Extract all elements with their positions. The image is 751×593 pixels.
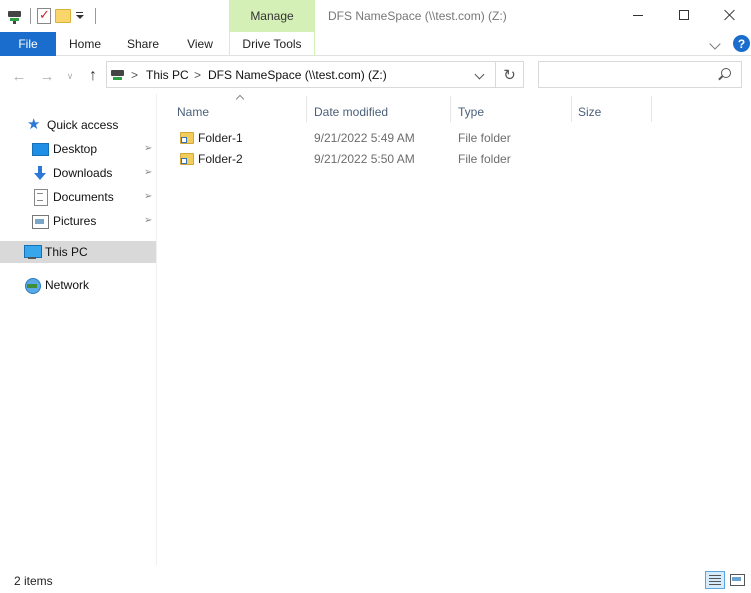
breadcrumb-this-pc[interactable]: This PC xyxy=(146,68,189,82)
refresh-icon: ↻ xyxy=(503,66,516,84)
help-icon[interactable]: ? xyxy=(733,35,750,52)
back-button[interactable]: ← xyxy=(10,67,28,85)
downloads-icon xyxy=(32,165,48,181)
maximize-icon xyxy=(679,10,689,20)
minimize-icon xyxy=(633,14,643,16)
window-title: DFS NameSpace (\\test.com) (Z:) xyxy=(328,9,507,23)
breadcrumb-dfs-namespace[interactable]: DFS NameSpace (\\test.com) (Z:) xyxy=(208,68,387,82)
pin-icon[interactable]: ➢ xyxy=(144,216,152,226)
navigation-pane: Quick access Desktop ➢ Downloads ➢ Docum… xyxy=(0,94,157,565)
sidebar-item-label: Documents xyxy=(53,190,114,204)
sidebar-item-this-pc[interactable]: This PC xyxy=(0,241,156,263)
sidebar-item-label: Desktop xyxy=(53,142,98,156)
column-header-date-modified[interactable]: Date modified xyxy=(314,100,388,124)
network-icon xyxy=(24,277,41,294)
address-bar[interactable]: > This PC > DFS NameSpace (\\test.com) (… xyxy=(106,61,496,88)
desktop-icon xyxy=(32,141,49,157)
file-date-modified: 9/21/2022 5:49 AM xyxy=(314,131,415,145)
details-view-button[interactable] xyxy=(705,571,725,589)
new-folder-icon[interactable] xyxy=(55,9,71,23)
shared-folder-icon xyxy=(180,131,194,144)
column-divider[interactable] xyxy=(651,96,652,122)
status-bar: 2 items xyxy=(0,565,751,593)
ribbon-tabs: File Home Share View Drive Tools xyxy=(0,32,751,56)
sidebar-item-pictures[interactable]: Pictures ➢ xyxy=(0,210,156,232)
sidebar-item-label: Pictures xyxy=(53,214,97,228)
breadcrumb-separator[interactable]: > xyxy=(194,68,201,82)
file-name: Folder-2 xyxy=(198,152,243,166)
pin-icon[interactable]: ➢ xyxy=(144,144,152,154)
column-divider[interactable] xyxy=(450,96,451,122)
properties-icon[interactable] xyxy=(37,7,51,24)
file-type: File folder xyxy=(458,152,511,166)
sort-ascending-icon xyxy=(235,94,245,104)
maximize-button[interactable] xyxy=(661,0,707,30)
sidebar-item-label: This PC xyxy=(45,245,88,259)
close-button[interactable] xyxy=(707,0,751,30)
forward-button[interactable]: → xyxy=(38,67,56,85)
column-header-type[interactable]: Type xyxy=(458,100,484,124)
close-icon xyxy=(724,9,736,21)
arrow-left-icon: ← xyxy=(11,67,27,85)
tab-drive-tools[interactable]: Drive Tools xyxy=(229,32,315,56)
customize-toolbar-icon[interactable] xyxy=(75,8,85,24)
expand-ribbon-icon[interactable] xyxy=(709,38,721,50)
chevron-down-icon: ∨ xyxy=(66,70,74,81)
recent-locations-button[interactable]: ∨ xyxy=(64,67,76,85)
pin-icon[interactable]: ➢ xyxy=(144,192,152,202)
network-drive-icon xyxy=(6,7,24,25)
search-icon[interactable] xyxy=(721,68,731,78)
shared-folder-icon xyxy=(180,152,194,165)
toolbar-divider xyxy=(30,8,31,24)
search-input[interactable] xyxy=(545,66,715,84)
quick-access-toolbar xyxy=(6,6,96,26)
navigation-bar: ← → ∨ ↑ > This PC > DFS NameSpace (\\tes… xyxy=(0,57,751,94)
sidebar-item-label: Network xyxy=(45,278,90,292)
sidebar-item-label: Quick access xyxy=(47,118,119,132)
title-bar: Manage DFS NameSpace (\\test.com) (Z:) xyxy=(0,0,751,32)
sidebar-item-quick-access[interactable]: Quick access xyxy=(0,114,156,136)
tab-share[interactable]: Share xyxy=(116,32,170,56)
computer-icon xyxy=(24,244,42,260)
breadcrumb-separator[interactable]: > xyxy=(131,68,138,82)
large-icons-view-button[interactable] xyxy=(728,571,746,589)
item-count: 2 items xyxy=(14,574,53,588)
toolbar-divider xyxy=(95,8,96,24)
pin-icon[interactable]: ➢ xyxy=(144,168,152,178)
sidebar-item-desktop[interactable]: Desktop ➢ xyxy=(0,138,156,160)
tab-file[interactable]: File xyxy=(0,32,56,56)
file-list: Name Date modified Type Size Folder-1 9/… xyxy=(157,94,751,565)
documents-icon xyxy=(32,189,48,206)
refresh-button[interactable]: ↻ xyxy=(496,61,524,88)
up-button[interactable]: ↑ xyxy=(84,67,102,85)
file-name: Folder-1 xyxy=(198,131,243,145)
tab-home[interactable]: Home xyxy=(58,32,112,56)
address-dropdown-icon[interactable] xyxy=(474,69,485,80)
file-date-modified: 9/21/2022 5:50 AM xyxy=(314,152,415,166)
pictures-icon xyxy=(32,213,49,229)
file-row[interactable]: Folder-1 9/21/2022 5:49 AM File folder xyxy=(172,128,652,149)
file-type: File folder xyxy=(458,131,511,145)
file-row[interactable]: Folder-2 9/21/2022 5:50 AM File folder xyxy=(172,149,652,170)
arrow-right-icon: → xyxy=(39,67,55,85)
manage-context-tab: Manage xyxy=(229,0,315,32)
arrow-up-icon: ↑ xyxy=(89,67,97,84)
network-drive-icon xyxy=(110,67,126,83)
star-icon xyxy=(26,115,42,133)
sidebar-item-documents[interactable]: Documents ➢ xyxy=(0,186,156,208)
minimize-button[interactable] xyxy=(615,0,661,30)
column-divider[interactable] xyxy=(306,96,307,122)
sidebar-item-network[interactable]: Network xyxy=(0,274,156,296)
sidebar-item-downloads[interactable]: Downloads ➢ xyxy=(0,162,156,184)
sidebar-item-label: Downloads xyxy=(53,166,113,180)
tab-view[interactable]: View xyxy=(176,32,224,56)
column-header-name[interactable]: Name xyxy=(177,100,209,124)
search-box[interactable] xyxy=(538,61,742,88)
column-header-size[interactable]: Size xyxy=(578,100,601,124)
column-divider[interactable] xyxy=(571,96,572,122)
